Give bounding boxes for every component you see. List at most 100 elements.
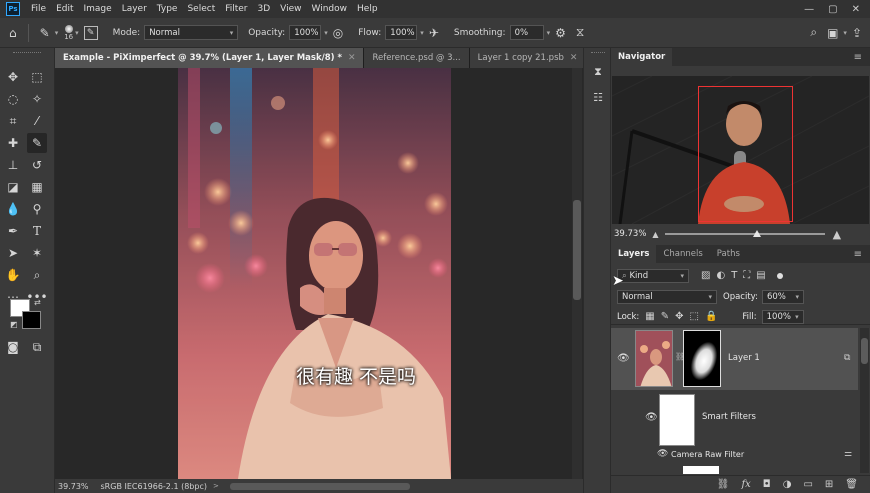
- filter-smart-object-icon[interactable]: ▤: [756, 270, 765, 281]
- zoom-in-icon[interactable]: ▲: [833, 228, 841, 241]
- tab-paths[interactable]: Paths: [710, 245, 747, 263]
- mode-select[interactable]: Normal ▾: [144, 25, 239, 40]
- eyedropper-icon[interactable]: ⁄: [27, 111, 47, 131]
- quick-mask-icon[interactable]: ◙: [3, 337, 23, 357]
- minimize-button[interactable]: —: [804, 4, 814, 15]
- smart-filters-label[interactable]: Smart Filters: [702, 412, 756, 422]
- home-icon[interactable]: ⌂: [9, 26, 17, 40]
- marquee-tool-icon[interactable]: ⬚: [27, 67, 47, 87]
- navigator-zoom-slider[interactable]: [664, 230, 825, 237]
- tab-channels[interactable]: Channels: [656, 245, 709, 263]
- tab-example[interactable]: Example - PiXimperfect @ 39.7% (Layer 1,…: [55, 48, 365, 68]
- eye-visibility-icon[interactable]: 👁: [617, 353, 630, 364]
- layer-name[interactable]: Layer 1: [728, 353, 760, 363]
- filter-name[interactable]: Camera Raw Filter: [671, 450, 744, 459]
- canvas-image[interactable]: [178, 68, 451, 479]
- workspace-icon[interactable]: ▣: [827, 26, 838, 40]
- panel-menu-icon[interactable]: ≡: [854, 52, 862, 63]
- share-icon[interactable]: ⇪: [852, 26, 862, 40]
- gear-icon[interactable]: ⚙: [555, 26, 566, 40]
- magic-wand-icon[interactable]: ✧: [27, 89, 47, 109]
- dropdown-arrow-icon[interactable]: ▾: [75, 29, 79, 37]
- smart-filter-mask-thumbnail[interactable]: [659, 394, 695, 446]
- layer-mask-thumbnail[interactable]: [683, 330, 721, 387]
- zoom-out-icon[interactable]: ▲: [652, 230, 658, 239]
- panel-menu-icon[interactable]: ≡: [854, 249, 862, 260]
- menu-select[interactable]: Select: [182, 4, 220, 14]
- layer-row-camera-raw[interactable]: 👁 Camera Raw Filter ⚌: [611, 448, 858, 462]
- tab-layer-copy[interactable]: Layer 1 copy 21.psb ✕: [469, 48, 587, 68]
- lasso-tool-icon[interactable]: ◌: [3, 89, 23, 109]
- filter-toggle-icon[interactable]: [776, 272, 783, 279]
- menu-filter[interactable]: Filter: [220, 4, 252, 14]
- history-brush-icon[interactable]: ↺: [27, 155, 47, 175]
- filter-pixel-icon[interactable]: ▨: [701, 270, 710, 281]
- flow-input[interactable]: 100%: [385, 25, 418, 40]
- close-icon[interactable]: ✕: [570, 53, 578, 63]
- layer-row-smart-filters[interactable]: 👁 Smart Filters: [611, 390, 858, 448]
- custom-shape-icon[interactable]: ✶: [27, 243, 47, 263]
- clone-stamp-icon[interactable]: ⊥: [3, 155, 23, 175]
- group-folder-icon[interactable]: ▭: [803, 479, 812, 490]
- trash-icon[interactable]: 🗑: [845, 479, 858, 490]
- navigator-preview[interactable]: [612, 76, 869, 224]
- menu-layer[interactable]: Layer: [117, 4, 152, 14]
- brush-tool-icon[interactable]: ✎: [40, 26, 50, 40]
- chevron-down-icon[interactable]: ▾: [547, 29, 551, 37]
- dodge-tool-icon[interactable]: ⚲: [27, 199, 47, 219]
- pen-tool-icon[interactable]: ✒: [3, 221, 23, 241]
- maximize-button[interactable]: ▢: [828, 4, 837, 15]
- zoom-readout[interactable]: 39.73%: [58, 482, 89, 491]
- opacity-input[interactable]: 100%: [289, 25, 322, 40]
- menu-window[interactable]: Window: [307, 4, 353, 14]
- brush-tool-icon[interactable]: ✎: [27, 133, 47, 153]
- chevron-down-icon[interactable]: ▾: [420, 29, 424, 37]
- filter-adjustment-icon[interactable]: ◐: [716, 270, 725, 281]
- swap-colors-icon[interactable]: ⇄: [34, 298, 41, 307]
- navigator-view-box[interactable]: [698, 86, 793, 222]
- menu-file[interactable]: File: [26, 4, 51, 14]
- crop-tool-icon[interactable]: ⌗: [3, 111, 23, 131]
- history-panel-icon[interactable]: ⧗: [590, 65, 606, 81]
- airbrush-icon[interactable]: ✈: [429, 26, 439, 40]
- vertical-scrollbar-thumb[interactable]: [573, 200, 581, 300]
- chevron-down-icon[interactable]: ▾: [843, 29, 847, 37]
- properties-panel-icon[interactable]: ☷: [590, 91, 606, 107]
- brush-preset-picker[interactable]: 16: [64, 24, 73, 41]
- color-profile-text[interactable]: sRGB IEC61966-2.1 (8bpc): [101, 482, 207, 491]
- filter-shape-icon[interactable]: ⛶: [743, 270, 750, 281]
- adjustment-layer-icon[interactable]: ◑: [783, 479, 792, 490]
- lock-artboard-icon[interactable]: ⬚: [689, 311, 698, 322]
- blur-tool-icon[interactable]: 💧: [3, 199, 23, 219]
- menu-edit[interactable]: Edit: [51, 4, 78, 14]
- dropdown-arrow-icon[interactable]: ▾: [55, 29, 59, 37]
- link-layers-icon[interactable]: ⛓: [717, 479, 730, 490]
- search-icon[interactable]: ⌕: [810, 25, 817, 40]
- status-menu-icon[interactable]: >: [213, 482, 219, 490]
- screen-mode-icon[interactable]: ⧉: [27, 337, 47, 357]
- toolbox-grip[interactable]: [13, 52, 41, 56]
- panel-grip[interactable]: [591, 52, 605, 56]
- gradient-tool-icon[interactable]: ▦: [27, 177, 47, 197]
- menu-view[interactable]: View: [275, 4, 306, 14]
- lock-position-icon[interactable]: ✥: [675, 311, 683, 322]
- tab-navigator[interactable]: Navigator: [611, 48, 673, 66]
- eye-visibility-icon[interactable]: 👁: [645, 412, 658, 423]
- pressure-opacity-icon[interactable]: ◎: [333, 26, 343, 40]
- horizontal-scrollbar-thumb[interactable]: [230, 483, 410, 490]
- hand-tool-icon[interactable]: ✋: [3, 265, 23, 285]
- fx-icon[interactable]: fx: [741, 479, 750, 490]
- layers-scrollbar-thumb[interactable]: [861, 338, 868, 364]
- smoothing-input[interactable]: 0%: [509, 25, 544, 40]
- filter-options-icon[interactable]: ⚌: [844, 449, 852, 459]
- layer-thumbnail[interactable]: [635, 330, 673, 387]
- type-tool-icon[interactable]: T: [27, 221, 47, 241]
- healing-brush-icon[interactable]: ✚: [3, 133, 23, 153]
- menu-type[interactable]: Type: [152, 4, 183, 14]
- slider-handle[interactable]: [752, 230, 761, 237]
- next-layer-thumbnail[interactable]: [683, 466, 719, 474]
- move-tool-icon[interactable]: ✥: [3, 67, 23, 87]
- eraser-tool-icon[interactable]: ◪: [3, 177, 23, 197]
- path-selection-icon[interactable]: ➤: [3, 243, 23, 263]
- background-color-swatch[interactable]: [22, 311, 41, 329]
